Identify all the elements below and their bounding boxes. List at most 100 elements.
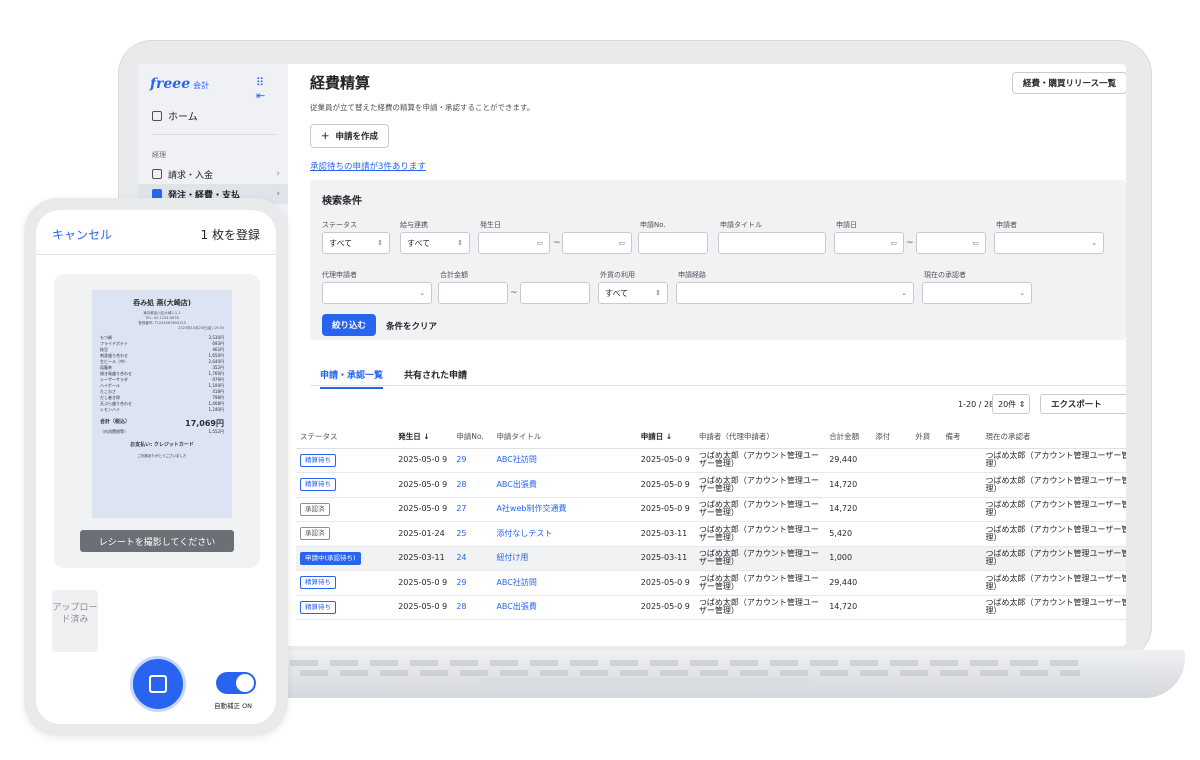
request-title-link[interactable]: 紐付け用 bbox=[496, 553, 528, 562]
request-no-label: 申請No. bbox=[640, 221, 666, 229]
approver: つばめ太郎（アカウント管理ユーザー管理） bbox=[981, 521, 1126, 547]
col-note: 備考 bbox=[941, 426, 982, 449]
approver-select[interactable]: ⌄ bbox=[922, 282, 1032, 304]
attach bbox=[871, 595, 912, 620]
document-icon bbox=[152, 169, 162, 179]
shutter-button[interactable] bbox=[130, 656, 186, 712]
auto-correct-toggle[interactable] bbox=[216, 672, 256, 694]
issue-date-to[interactable]: ▭ bbox=[562, 232, 632, 254]
foreign bbox=[911, 570, 942, 596]
request-title-input[interactable] bbox=[718, 232, 826, 254]
requests-table: ステータス 発生日 ↓ 申請No. 申請タイトル 申請日 ↓ 申請者（代理申請者… bbox=[296, 426, 1126, 620]
table-row[interactable]: 精算待ち 2025-05-0 9 28 ABC出張費 2025-05-0 9 つばめ太郎（… bbox=[296, 472, 1126, 498]
request-no-link[interactable]: 27 bbox=[456, 504, 466, 513]
request-no-link[interactable]: 28 bbox=[456, 480, 466, 489]
chevron-right-icon: › bbox=[276, 169, 280, 179]
request-no-link[interactable]: 25 bbox=[456, 529, 466, 538]
col-attach: 添付 bbox=[871, 426, 912, 449]
sidebar-item-home[interactable]: ホーム bbox=[152, 108, 198, 123]
note bbox=[941, 472, 982, 498]
note bbox=[941, 497, 982, 522]
request-title-link[interactable]: ABC社訪問 bbox=[496, 578, 536, 587]
laptop-notch bbox=[480, 678, 810, 688]
status-select[interactable]: すべて ⇕ bbox=[322, 232, 390, 254]
receipt-shop: 呑み処 燕(大崎店) bbox=[133, 299, 191, 307]
payroll-select[interactable]: すべて ⇕ bbox=[400, 232, 470, 254]
create-request-button[interactable]: ＋ 申請を作成 bbox=[310, 124, 390, 148]
note bbox=[941, 570, 982, 596]
proxy-select[interactable]: ⌄ bbox=[322, 282, 432, 304]
col-status: ステータス bbox=[296, 426, 395, 449]
apps-grid-icon[interactable]: ⠿ ⇤ bbox=[256, 76, 288, 102]
col-applicant: 申請者（代理申請者） bbox=[694, 426, 826, 449]
uploaded-thumbnail[interactable]: アップロード済み bbox=[52, 590, 98, 652]
attach bbox=[871, 472, 912, 498]
amount: 1,000 bbox=[825, 546, 872, 571]
total-max-input[interactable] bbox=[520, 282, 590, 304]
receipt-date: 2023年10月20日(金) 19:33 bbox=[178, 326, 224, 330]
cancel-button[interactable]: キャンセル bbox=[52, 226, 112, 243]
clear-filters-button[interactable]: 条件をクリア bbox=[386, 320, 437, 332]
receipt-tax: （内消費税等） 1,552円 bbox=[100, 429, 224, 434]
route-select[interactable]: ⌄ bbox=[676, 282, 914, 304]
request-title-link[interactable]: 添付なしテスト bbox=[496, 529, 552, 538]
export-button[interactable]: エクスポート bbox=[1040, 394, 1126, 414]
applicant-select[interactable]: ⌄ bbox=[994, 232, 1104, 254]
approver: つばめ太郎（アカウント管理ユーザー管理） bbox=[981, 570, 1126, 596]
request-no-link[interactable]: 29 bbox=[456, 455, 466, 464]
applicant: つばめ太郎（アカウント管理ユーザー管理） bbox=[694, 521, 826, 547]
table-row[interactable]: 承認済 2025-05-0 9 27 A社web制作交通費 2025-05-0 9 つばめ… bbox=[296, 497, 1126, 522]
scan-frame-icon bbox=[149, 675, 167, 693]
request-no-input[interactable] bbox=[638, 232, 708, 254]
divider bbox=[36, 254, 276, 255]
issue-date-from[interactable]: ▭ bbox=[478, 232, 550, 254]
col-issue-date[interactable]: 発生日 ↓ bbox=[394, 426, 453, 449]
per-page-select[interactable]: 20件 ⇕ bbox=[992, 394, 1030, 414]
plus-icon: ＋ bbox=[321, 132, 330, 142]
total-min-input[interactable] bbox=[438, 282, 508, 304]
request-title-link[interactable]: ABC出張費 bbox=[496, 480, 536, 489]
pagination-range: 1-20 / 28 bbox=[958, 400, 995, 409]
request-title-link[interactable]: A社web制作交通費 bbox=[496, 504, 566, 513]
table-row[interactable]: 精算待ち 2025-05-0 9 29 ABC社訪問 2025-05-0 9 つばめ太郎（… bbox=[296, 448, 1126, 473]
filter-button[interactable]: 絞り込む bbox=[322, 314, 376, 336]
request-no-link[interactable]: 29 bbox=[456, 578, 466, 587]
applicant: つばめ太郎（アカウント管理ユーザー管理） bbox=[694, 570, 826, 596]
request-no-link[interactable]: 28 bbox=[456, 602, 466, 611]
attach bbox=[871, 521, 912, 547]
tab-shared-requests[interactable]: 共有された申請 bbox=[404, 368, 467, 387]
request-title-link[interactable]: ABC社訪問 bbox=[496, 455, 536, 464]
amount: 14,720 bbox=[825, 472, 872, 498]
request-title-link[interactable]: ABC出張費 bbox=[496, 602, 536, 611]
request-date: 2025-05-0 9 bbox=[636, 595, 695, 620]
request-date-label: 申請日 bbox=[836, 221, 857, 229]
request-no-link[interactable]: 24 bbox=[456, 553, 466, 562]
col-amount: 合計金額 bbox=[825, 426, 872, 449]
issue-date-label: 発生日 bbox=[480, 221, 501, 229]
table-row[interactable]: 精算待ち 2025-05-0 9 28 ABC出張費 2025-05-0 9 つばめ太郎（… bbox=[296, 595, 1126, 620]
capture-hint: レシートを撮影してください bbox=[80, 530, 234, 552]
request-date-from[interactable]: ▭ bbox=[834, 232, 904, 254]
calendar-icon: ▭ bbox=[536, 239, 543, 247]
table-row[interactable]: 承認済 2025-01-24 25 添付なしテスト 2025-03-11 つばめ太郎（アカ… bbox=[296, 521, 1126, 547]
calendar-icon: ▭ bbox=[972, 239, 979, 247]
register-button[interactable]: 1 枚を登録 bbox=[201, 226, 260, 243]
issue-date: 2025-01-24 bbox=[394, 521, 453, 547]
col-request-date[interactable]: 申請日 ↓ bbox=[636, 426, 695, 449]
foreign bbox=[911, 595, 942, 620]
foreign-select[interactable]: すべて ⇕ bbox=[598, 282, 668, 304]
col-foreign: 外貨 bbox=[911, 426, 942, 449]
sidebar-item-invoice[interactable]: 請求・入金 › bbox=[138, 164, 288, 184]
freee-logo[interactable]: freee 会計 bbox=[150, 76, 209, 92]
foreign bbox=[911, 521, 942, 547]
receipt-image: 呑み処 燕(大崎店) 東京都品川区大崎1-1-1 TEL: 03-1234-56… bbox=[92, 290, 232, 518]
request-date-to[interactable]: ▭ bbox=[916, 232, 986, 254]
pending-requests-link[interactable]: 承認待ちの申請が3件あります bbox=[310, 160, 426, 172]
table-row[interactable]: 申請中(承認待ち) 2025-03-11 24 紐付け用 2025-03-11 つばめ太郎… bbox=[296, 546, 1126, 571]
status-badge: 精算待ち bbox=[300, 478, 336, 492]
auto-correct-label: 自動補正 ON bbox=[214, 702, 253, 710]
release-list-button[interactable]: 経費・購買リリース一覧 bbox=[1012, 72, 1126, 94]
approver: つばめ太郎（アカウント管理ユーザー管理） bbox=[981, 472, 1126, 498]
tab-request-list[interactable]: 申請・承認一覧 bbox=[320, 368, 384, 389]
table-row[interactable]: 精算待ち 2025-05-0 9 29 ABC社訪問 2025-05-0 9 つばめ太郎（… bbox=[296, 570, 1126, 596]
